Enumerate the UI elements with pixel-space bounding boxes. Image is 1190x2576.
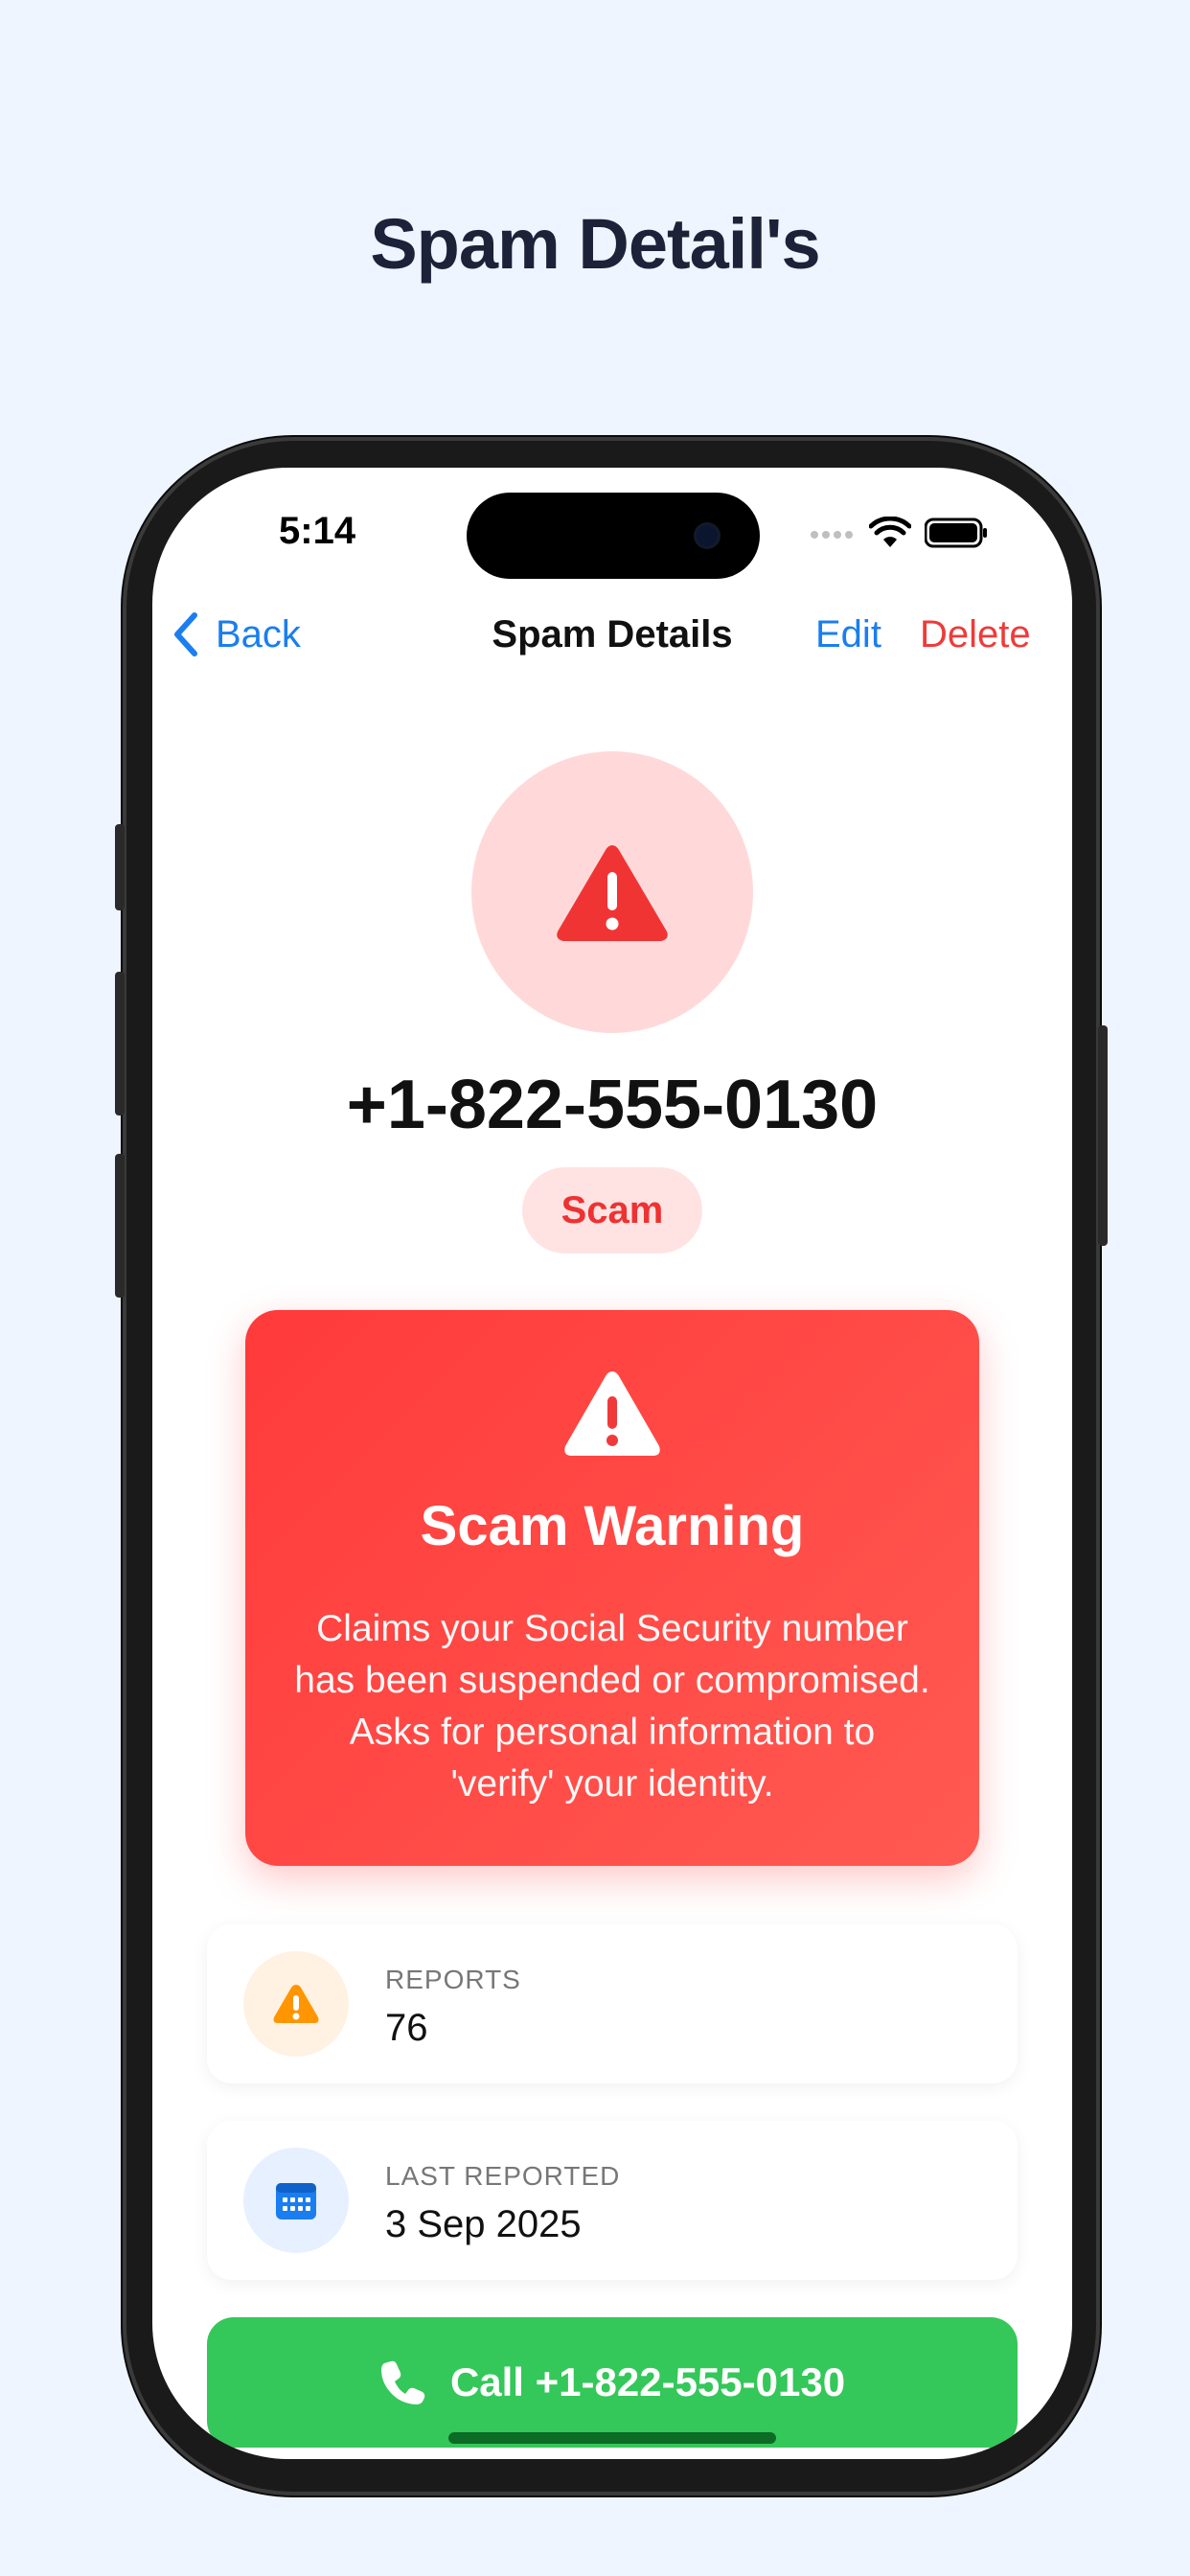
cellular-signal-icon	[811, 531, 853, 539]
warning-description: Claims your Social Security number has b…	[294, 1608, 930, 1805]
volume-down-button	[115, 1154, 125, 1298]
scam-warning-card: Scam Warning Claims your Social Security…	[245, 1310, 979, 1866]
warning-triangle-icon	[564, 1371, 660, 1456]
spam-alert-badge	[471, 751, 753, 1033]
action-button	[115, 824, 125, 910]
warning-icon	[273, 1985, 319, 2023]
home-indicator[interactable]	[448, 2432, 776, 2444]
front-camera	[697, 525, 718, 546]
status-time: 5:14	[279, 510, 356, 552]
last-reported-card: LAST REPORTED 3 Sep 2025	[207, 2121, 1018, 2280]
phone-icon	[380, 2360, 425, 2404]
volume-up-button	[115, 972, 125, 1116]
edit-button[interactable]: Edit	[815, 613, 881, 656]
status-icons	[810, 514, 988, 552]
reports-value: 76	[385, 2007, 428, 2049]
reports-icon-badge	[243, 1951, 349, 2057]
calendar-icon-badge	[243, 2148, 349, 2253]
warning-title: Scam Warning	[420, 1495, 805, 1557]
power-button	[1098, 1025, 1108, 1246]
reports-label: REPORTS	[385, 1965, 521, 1994]
call-button[interactable]: Call +1-822-555-0130	[207, 2317, 1018, 2448]
warning-triangle-icon	[557, 845, 668, 941]
call-button-label: Call +1-822-555-0130	[449, 2359, 846, 2404]
battery-icon	[925, 518, 987, 548]
last-reported-label: LAST REPORTED	[385, 2161, 621, 2191]
dynamic-island	[467, 493, 760, 579]
calendar-icon	[276, 2183, 316, 2220]
last-reported-value: 3 Sep 2025	[385, 2203, 582, 2245]
reports-card: REPORTS 76	[207, 1924, 1018, 2083]
phone-number: +1-822-555-0130	[346, 1067, 879, 1143]
phone-screen: 5:14 Back Spam Details Edit Delete +1-82…	[152, 468, 1072, 2459]
page-title: Spam Detail's	[370, 204, 820, 284]
category-badge: Scam	[522, 1167, 702, 1254]
wifi-icon	[869, 517, 911, 547]
delete-button[interactable]: Delete	[920, 613, 1031, 656]
